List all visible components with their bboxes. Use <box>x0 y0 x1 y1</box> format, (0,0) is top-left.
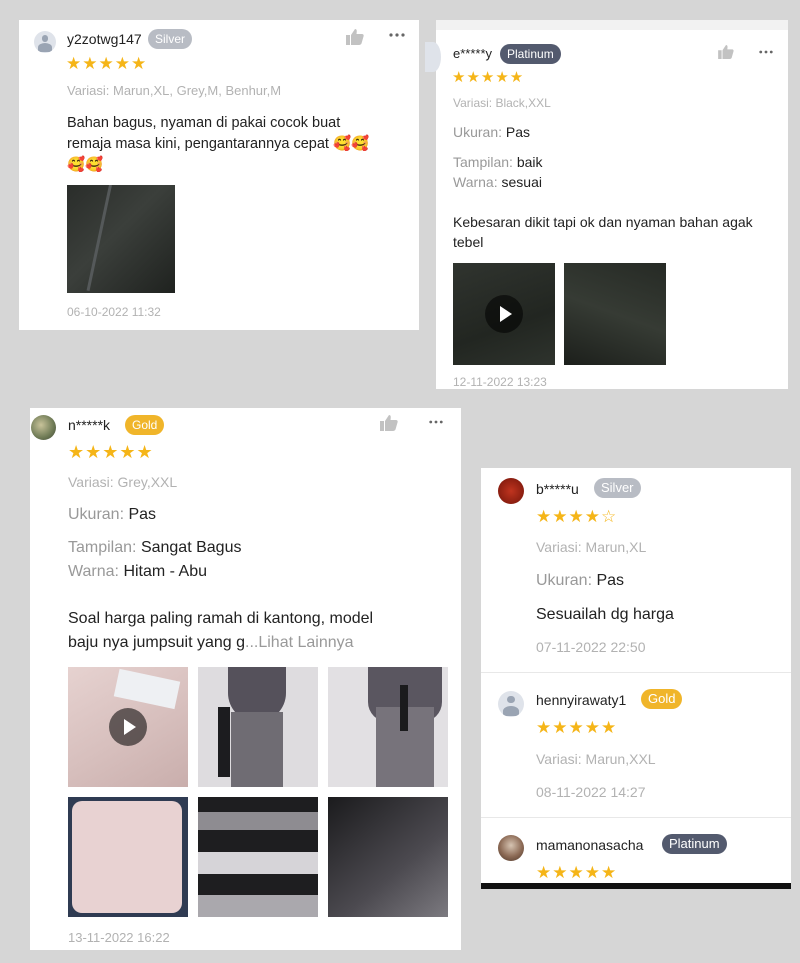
variant-text: Variasi: Marun,XXL <box>536 751 656 767</box>
review-photo[interactable] <box>198 667 318 787</box>
review-photo[interactable] <box>328 667 448 787</box>
review-card-2: e*****y Platinum ★★★★★ Variasi: Black,XX… <box>436 20 788 389</box>
play-icon[interactable] <box>109 708 147 746</box>
tier-badge: Gold <box>125 415 165 435</box>
reviewer-name[interactable]: n*****k <box>68 417 110 433</box>
review-video[interactable] <box>453 263 555 365</box>
rating-stars: ★★★★☆ <box>536 507 618 526</box>
review-video[interactable] <box>68 667 188 787</box>
size-row: Ukuran: Pas <box>68 506 157 523</box>
thumbs-up-icon[interactable] <box>718 45 734 59</box>
divider <box>481 672 791 673</box>
rating-stars: ★★★★★ <box>536 863 618 882</box>
reviewer-name[interactable]: mamanonasacha <box>536 837 643 853</box>
review-date: 12-11-2022 13:23 <box>453 375 547 389</box>
play-icon[interactable] <box>485 295 523 333</box>
rating-stars: ★★★★★ <box>68 442 154 462</box>
review-card-1: y2zotwg147 Silver ★★★★★ Variasi: Marun,X… <box>19 20 419 330</box>
rating-stars: ★★★★★ <box>536 718 618 737</box>
size-row: Ukuran: Pas <box>536 572 625 589</box>
color-row: Warna: sesuai <box>453 174 542 190</box>
divider <box>481 817 791 818</box>
look-row: Tampilan: Sangat Bagus <box>68 539 242 556</box>
tier-badge: Silver <box>594 478 641 498</box>
tier-badge: Gold <box>641 689 683 709</box>
rating-stars: ★★★★★ <box>66 54 148 73</box>
color-row: Warna: Hitam - Abu <box>68 563 208 580</box>
tier-badge: Platinum <box>662 834 727 854</box>
tier-badge: Silver <box>148 29 193 49</box>
review-text: Sesuailah dg harga <box>536 606 674 623</box>
review-date: 08-11-2022 14:27 <box>536 784 646 800</box>
review-text: Kebesaran dikit tapi ok dan nyaman bahan… <box>453 214 753 250</box>
review-photo[interactable] <box>68 797 188 917</box>
review-list-card: b*****u Silver ★★★★☆ Variasi: Marun,XL U… <box>481 468 791 889</box>
size-row: Ukuran: Pas <box>453 124 531 140</box>
review-date: 13-11-2022 16:22 <box>68 930 170 945</box>
more-horizontal-icon[interactable] <box>389 33 405 37</box>
review-text: Bahan bagus, nyaman di pakai cocok buat … <box>67 115 370 173</box>
review-photo[interactable] <box>564 263 666 365</box>
review-photo[interactable] <box>198 797 318 917</box>
review-card-3: n*****k Gold ★★★★★ Variasi: Grey,XXL Uku… <box>30 408 461 950</box>
avatar[interactable] <box>31 415 56 440</box>
thumbs-up-icon[interactable] <box>380 415 398 431</box>
variant-text: Variasi: Marun,XL <box>536 539 647 555</box>
thumbs-up-icon[interactable] <box>346 29 364 45</box>
review-photo[interactable] <box>67 185 175 293</box>
tier-badge: Platinum <box>500 44 561 64</box>
more-horizontal-icon[interactable] <box>759 50 773 54</box>
avatar[interactable] <box>34 31 56 53</box>
reviewer-name[interactable]: e*****y <box>453 46 492 61</box>
see-more-link[interactable]: ...Lihat Lainnya <box>245 634 354 651</box>
avatar-partial <box>425 42 441 72</box>
review-text: Soal harga paling ramah di kantong, mode… <box>68 610 374 651</box>
avatar[interactable] <box>498 835 524 861</box>
avatar[interactable] <box>498 478 524 504</box>
reviewer-name[interactable]: hennyirawaty1 <box>536 692 626 708</box>
variant-text: Variasi: Black,XXL <box>453 96 551 110</box>
review-date: 07-11-2022 22:50 <box>536 639 646 655</box>
review-date: 06-10-2022 11:32 <box>67 305 161 319</box>
more-horizontal-icon[interactable] <box>429 420 443 424</box>
reviewer-name[interactable]: b*****u <box>536 481 579 497</box>
variant-text: Variasi: Marun,XL, Grey,M, Benhur,M <box>67 83 282 98</box>
reviewer-name[interactable]: y2zotwg147 <box>67 31 142 47</box>
review-photo[interactable] <box>328 797 448 917</box>
rating-stars: ★★★★★ <box>452 69 525 86</box>
variant-text: Variasi: Grey,XXL <box>68 474 178 490</box>
avatar[interactable] <box>498 691 524 717</box>
look-row: Tampilan: baik <box>453 154 543 170</box>
